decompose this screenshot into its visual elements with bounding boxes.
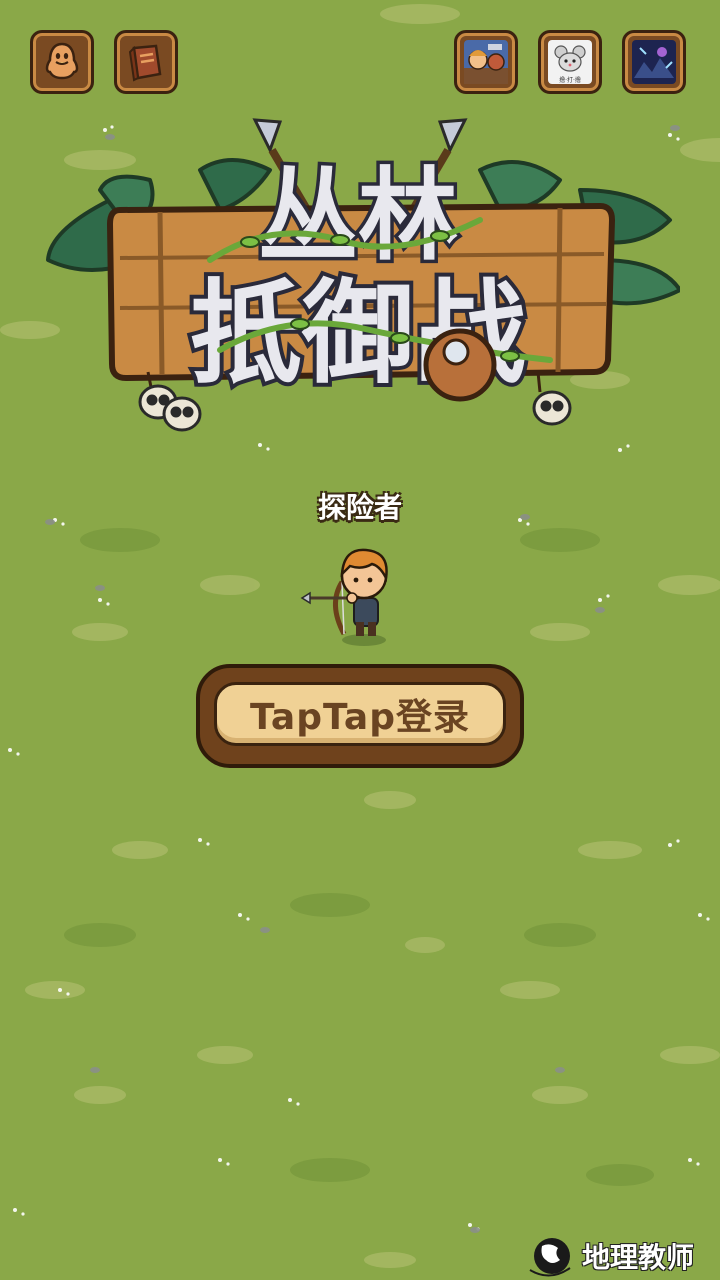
watermark: 地理教师 <box>520 1230 720 1280</box>
game-promo-dark-icon <box>632 40 676 84</box>
qq-login-button[interactable] <box>30 30 94 94</box>
shield-decoration <box>423 328 497 402</box>
taptap-login-button-face[interactable]: TapTap登录 <box>214 682 506 746</box>
qq-penguin-icon <box>45 42 79 80</box>
logo-title-line1: 丛林 <box>258 157 458 274</box>
globe-logo-icon <box>529 1238 571 1277</box>
player-name: 探险者 <box>317 491 402 524</box>
game-promo-mouse-icon: 撸·打·撸 <box>548 40 592 84</box>
game-promo-button-3[interactable] <box>622 30 686 94</box>
game-promo-hero-icon <box>464 40 508 84</box>
game-promo-caption: 撸·打·撸 <box>559 76 581 84</box>
archer-character <box>300 548 388 646</box>
game-promo-button-1[interactable] <box>454 30 518 94</box>
book-button[interactable] <box>114 30 178 94</box>
taptap-login-button[interactable]: TapTap登录 <box>196 664 524 768</box>
watermark-text: 地理教师 <box>582 1241 695 1274</box>
book-icon <box>128 44 162 82</box>
game-promo-button-2[interactable]: 撸·打·撸 <box>538 30 602 94</box>
taptap-login-label: TapTap登录 <box>250 697 470 738</box>
game-logo: 丛林 抵御战 <box>46 118 680 432</box>
